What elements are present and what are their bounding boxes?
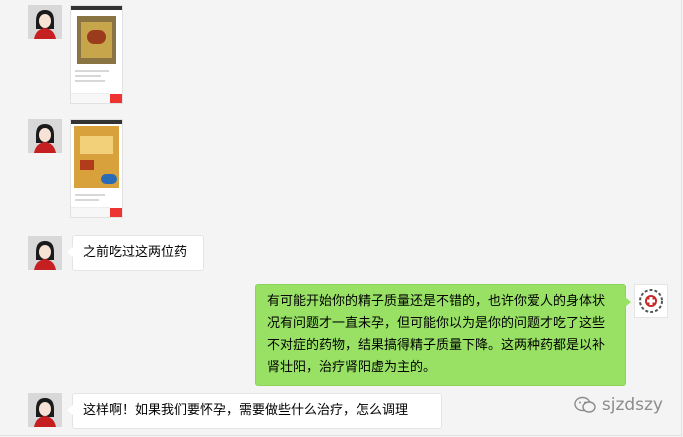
- avatar-girl-icon: [28, 236, 62, 270]
- message-bubble-received[interactable]: 之前吃过这两位药: [67, 235, 204, 271]
- avatar-girl-icon: [28, 393, 62, 427]
- message-text: 之前吃过这两位药: [83, 245, 188, 260]
- product-image-message[interactable]: [70, 5, 123, 104]
- avatar-girl-icon: [28, 5, 62, 39]
- customer-avatar[interactable]: [28, 119, 62, 153]
- wechat-icon: [574, 396, 596, 413]
- watermark-handle: sjzdszy: [601, 395, 663, 415]
- message-bubble-received[interactable]: 这样啊！如果我们要怀孕，需要做些什么治疗，怎么调理: [67, 393, 442, 429]
- clinic-logo-icon: [635, 285, 667, 317]
- doctor-avatar[interactable]: [634, 284, 668, 318]
- message-text: 这样啊！如果我们要怀孕，需要做些什么治疗，怎么调理: [83, 403, 409, 418]
- customer-avatar[interactable]: [28, 236, 62, 270]
- watermark: sjzdszy: [574, 395, 663, 415]
- chat-window: 之前吃过这两位药 有可能开始你的精子质量还是不错的，也许你爱人的身体状况有问题才…: [0, 0, 682, 436]
- customer-avatar[interactable]: [28, 393, 62, 427]
- product-image-message[interactable]: [70, 119, 123, 218]
- customer-avatar[interactable]: [28, 5, 62, 39]
- message-bubble-sent[interactable]: 有可能开始你的精子质量还是不错的，也许你爱人的身体状况有问题才一直未孕，但可能你…: [255, 284, 631, 386]
- message-text: 有可能开始你的精子质量还是不错的，也许你爱人的身体状况有问题才一直未孕，但可能你…: [267, 294, 606, 375]
- avatar-girl-icon: [28, 119, 62, 153]
